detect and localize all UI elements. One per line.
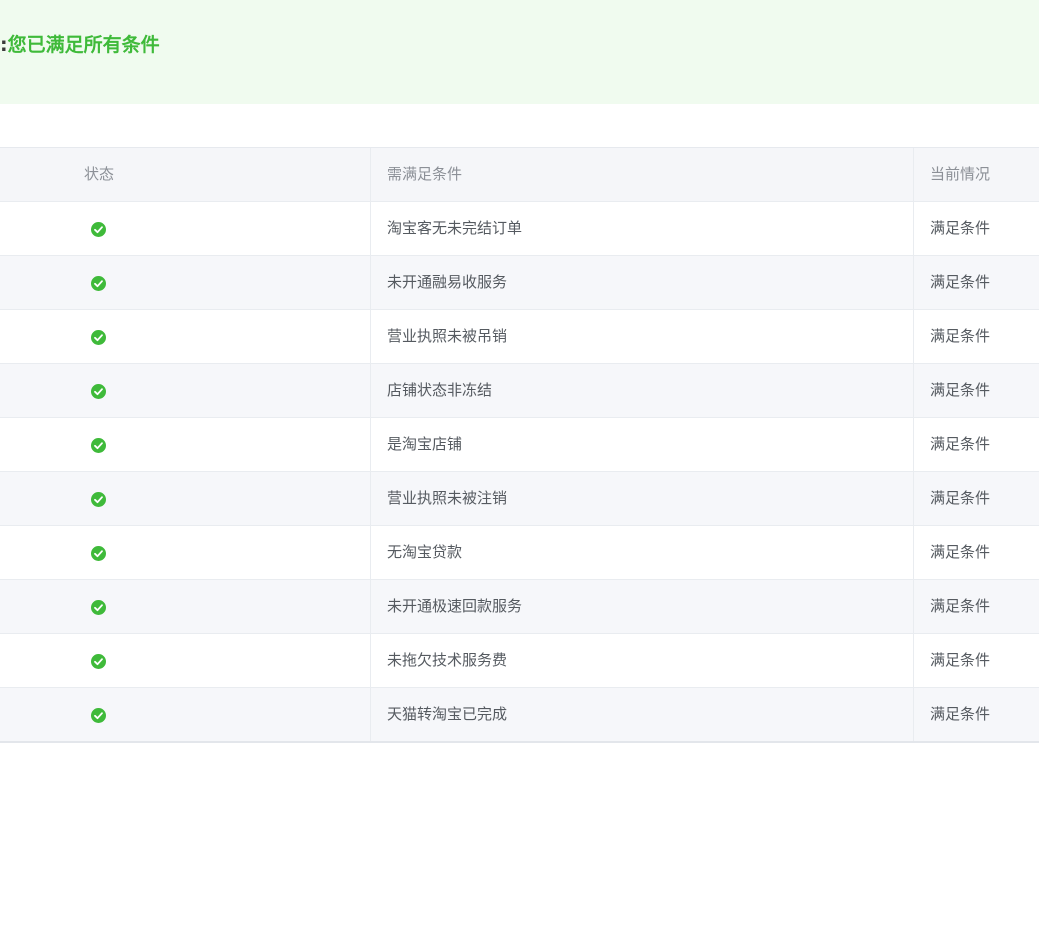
table-row: 淘宝客无未完结订单 满足条件 [0,202,1039,256]
status-cell [0,634,370,687]
status-cell [0,580,370,633]
condition-cell: 未开通融易收服务 [370,256,913,309]
current-cell: 满足条件 [913,580,1039,633]
table-row: 天猫转淘宝已完成 满足条件 [0,688,1039,741]
condition-cell: 无淘宝贷款 [370,526,913,579]
table-header-row: 状态 需满足条件 当前情况 [0,148,1039,202]
header-current: 当前情况 [913,148,1039,201]
table-row: 店铺状态非冻结 满足条件 [0,364,1039,418]
table-row: 营业执照未被吊销 满足条件 [0,310,1039,364]
status-cell [0,472,370,525]
condition-cell: 是淘宝店铺 [370,418,913,471]
status-cell [0,688,370,741]
check-circle-icon [91,438,106,453]
condition-cell: 淘宝客无未完结订单 [370,202,913,255]
status-cell [0,418,370,471]
current-cell: 满足条件 [913,256,1039,309]
status-cell [0,526,370,579]
result-colon: : [0,34,8,56]
check-circle-icon [91,654,106,669]
table-row: 未开通极速回款服务 满足条件 [0,580,1039,634]
condition-cell: 天猫转淘宝已完成 [370,688,913,741]
check-circle-icon [91,600,106,615]
condition-cell: 营业执照未被吊销 [370,310,913,363]
current-cell: 满足条件 [913,364,1039,417]
check-circle-icon [91,330,106,345]
current-cell: 满足条件 [913,472,1039,525]
header-status: 状态 [84,165,115,183]
current-cell: 满足条件 [913,634,1039,687]
conditions-table: 状态 需满足条件 当前情况 淘宝客无未完结订单 满足条件 未开通融易收服务 满足条件营… [0,147,1039,743]
result-message: :您已满足所有条件 [0,30,160,60]
result-text: 您已满足所有条件 [7,34,160,56]
check-circle-icon [91,708,106,723]
header-condition: 需满足条件 [370,148,913,201]
current-cell: 满足条件 [913,202,1039,255]
current-cell: 满足条件 [913,688,1039,741]
check-circle-icon [91,384,106,399]
condition-cell: 店铺状态非冻结 [370,364,913,417]
status-cell [0,310,370,363]
table-row: 未拖欠技术服务费 满足条件 [0,634,1039,688]
table-row: 营业执照未被注销 满足条件 [0,472,1039,526]
check-circle-icon [91,546,106,561]
check-circle-icon [91,222,106,237]
table-row: 是淘宝店铺 满足条件 [0,418,1039,472]
current-cell: 满足条件 [913,310,1039,363]
table-row: 未开通融易收服务 满足条件 [0,256,1039,310]
current-cell: 满足条件 [913,418,1039,471]
check-circle-icon [91,276,106,291]
current-cell: 满足条件 [913,526,1039,579]
status-cell [0,202,370,255]
table-row: 无淘宝贷款 满足条件 [0,526,1039,580]
condition-cell: 营业执照未被注销 [370,472,913,525]
check-circle-icon [91,492,106,507]
condition-cell: 未拖欠技术服务费 [370,634,913,687]
status-cell [0,256,370,309]
result-banner: :您已满足所有条件 [0,0,1039,104]
status-cell [0,364,370,417]
condition-cell: 未开通极速回款服务 [370,580,913,633]
